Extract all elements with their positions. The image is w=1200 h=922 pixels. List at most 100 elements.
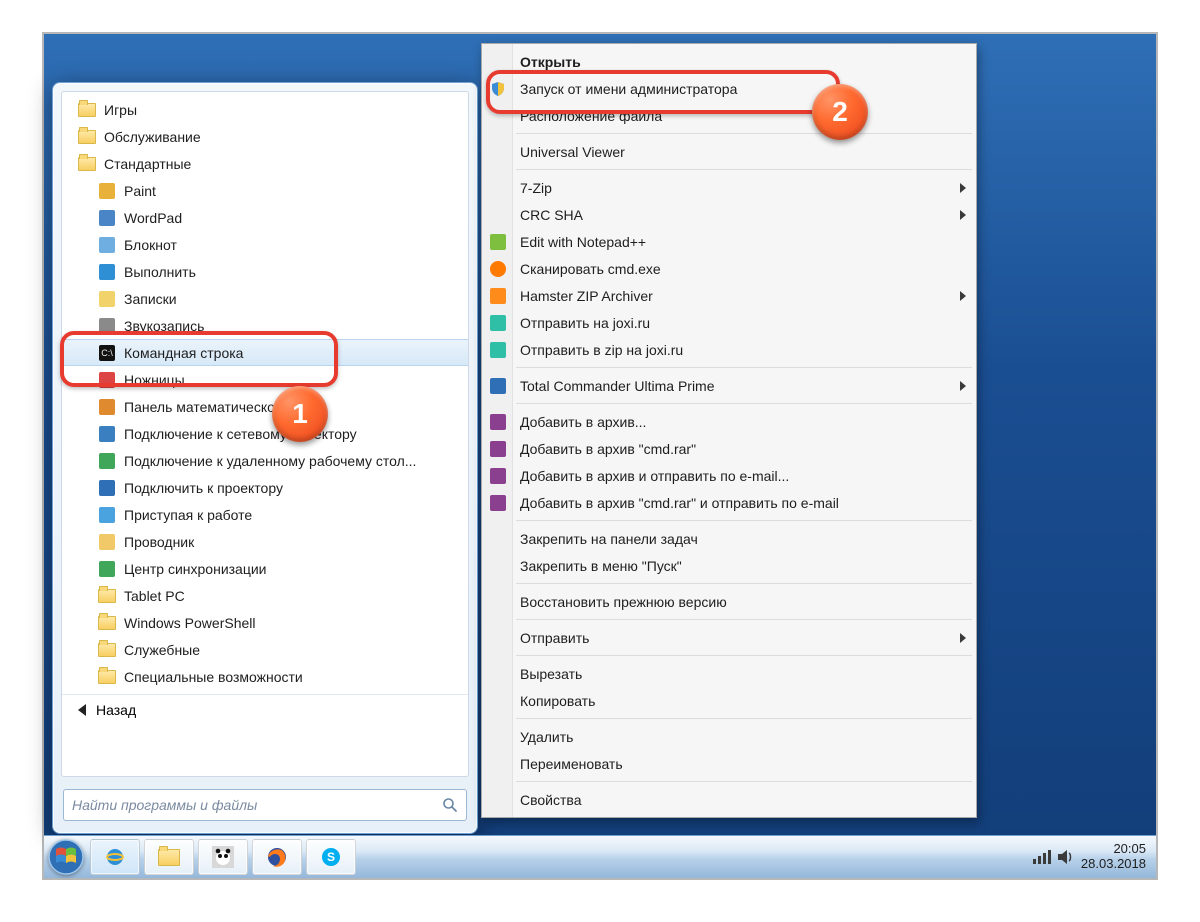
start-menu-search[interactable]: Найти программы и файлы: [63, 789, 467, 821]
app-connect-projector[interactable]: Подключить к проектору: [62, 474, 468, 501]
folder-games[interactable]: Игры: [62, 96, 468, 123]
app-label: Звукозапись: [124, 318, 204, 334]
hamster-icon: [489, 287, 507, 305]
app-label: Командная строка: [124, 345, 243, 361]
total-commander-icon: [489, 377, 507, 395]
search-icon: [442, 797, 458, 813]
ctx-file-location[interactable]: Расположение файла: [482, 102, 976, 129]
ctx-edit-notepadpp[interactable]: Edit with Notepad++: [482, 228, 976, 255]
separator: [516, 718, 972, 719]
app-notepad[interactable]: Блокнот: [62, 231, 468, 258]
app-label: Блокнот: [124, 237, 177, 253]
app-sync-center[interactable]: Центр синхронизации: [62, 555, 468, 582]
app-paint[interactable]: Paint: [62, 177, 468, 204]
start-menu-programs-pane: Игры Обслуживание Стандартные Paint Word…: [61, 91, 469, 777]
network-projector-icon: [98, 425, 116, 443]
separator: [516, 169, 972, 170]
back-label: Назад: [96, 702, 136, 718]
volume-icon[interactable]: [1057, 848, 1075, 866]
app-getting-started[interactable]: Приступая к работе: [62, 501, 468, 528]
app-label: Ножницы: [124, 372, 185, 388]
ctx-rar-cmd-email[interactable]: Добавить в архив "cmd.rar" и отправить п…: [482, 489, 976, 516]
ctx-joxi-zip[interactable]: Отправить в zip на joxi.ru: [482, 336, 976, 363]
taskbar-ie[interactable]: [90, 839, 140, 875]
taskbar-app-panda[interactable]: [198, 839, 248, 875]
folder-tablet-pc[interactable]: Tablet PC: [62, 582, 468, 609]
ctx-open[interactable]: Открыть: [482, 48, 976, 75]
app-snipping-tool[interactable]: Ножницы: [62, 366, 468, 393]
app-label: Панель математического ода: [124, 399, 315, 415]
taskbar-skype[interactable]: S: [306, 839, 356, 875]
separator: [516, 781, 972, 782]
app-remote-desktop[interactable]: Подключение к удаленному рабочему стол..…: [62, 447, 468, 474]
taskbar-firefox[interactable]: [252, 839, 302, 875]
ctx-copy[interactable]: Копировать: [482, 687, 976, 714]
app-label: Подключение к удаленному рабочему стол..…: [124, 453, 416, 469]
folder-accessories[interactable]: Стандартные: [62, 150, 468, 177]
ctx-send-to[interactable]: Отправить: [482, 624, 976, 651]
math-icon: [98, 398, 116, 416]
ctx-universal-viewer[interactable]: Universal Viewer: [482, 138, 976, 165]
folder-ease-of-access[interactable]: Специальные возможности: [62, 663, 468, 690]
notepad-icon: [98, 236, 116, 254]
cmd-icon: C:\: [98, 344, 116, 362]
separator: [516, 583, 972, 584]
clock[interactable]: 20:05 28.03.2018: [1081, 842, 1146, 872]
app-label: Выполнить: [124, 264, 196, 280]
taskbar-explorer[interactable]: [144, 839, 194, 875]
ctx-joxi-send[interactable]: Отправить на joxi.ru: [482, 309, 976, 336]
start-button[interactable]: [44, 836, 88, 878]
ctx-hamster-zip[interactable]: Hamster ZIP Archiver: [482, 282, 976, 309]
ctx-crc-sha[interactable]: CRC SHA: [482, 201, 976, 228]
ctx-rename[interactable]: Переименовать: [482, 750, 976, 777]
ctx-rar-cmd[interactable]: Добавить в архив "cmd.rar": [482, 435, 976, 462]
ctx-pin-start[interactable]: Закрепить в меню "Пуск": [482, 552, 976, 579]
app-math-input[interactable]: Панель математического ода: [62, 393, 468, 420]
context-menu: Открыть Запуск от имени администратора Р…: [481, 43, 977, 818]
getting-started-icon: [98, 506, 116, 524]
shield-icon: [489, 80, 507, 98]
ctx-avast-scan[interactable]: Сканировать cmd.exe: [482, 255, 976, 282]
back-arrow-icon: [78, 704, 86, 716]
ctx-7zip[interactable]: 7-Zip: [482, 174, 976, 201]
sticky-notes-icon: [98, 290, 116, 308]
notepadpp-icon: [489, 233, 507, 251]
app-explorer[interactable]: Проводник: [62, 528, 468, 555]
ctx-rar-add[interactable]: Добавить в архив...: [482, 408, 976, 435]
app-wordpad[interactable]: WordPad: [62, 204, 468, 231]
winrar-icon: [489, 440, 507, 458]
folder-icon: [98, 641, 116, 659]
folder-maintenance[interactable]: Обслуживание: [62, 123, 468, 150]
winrar-icon: [489, 494, 507, 512]
ctx-pin-taskbar[interactable]: Закрепить на панели задач: [482, 525, 976, 552]
folder-powershell[interactable]: Windows PowerShell: [62, 609, 468, 636]
ctx-restore-previous[interactable]: Восстановить прежнюю версию: [482, 588, 976, 615]
ctx-cut[interactable]: Вырезать: [482, 660, 976, 687]
submenu-arrow-icon: [960, 210, 966, 220]
folder-icon: [98, 587, 116, 605]
app-command-prompt[interactable]: C:\ Командная строка: [62, 339, 468, 366]
projector-icon: [98, 479, 116, 497]
folder-icon: [98, 614, 116, 632]
app-sticky-notes[interactable]: Записки: [62, 285, 468, 312]
folder-icon: [78, 155, 96, 173]
ctx-rar-email[interactable]: Добавить в архив и отправить по e-mail..…: [482, 462, 976, 489]
ctx-run-as-admin[interactable]: Запуск от имени администратора: [482, 75, 976, 102]
ctx-delete[interactable]: Удалить: [482, 723, 976, 750]
ctx-properties[interactable]: Свойства: [482, 786, 976, 813]
folder-system-tools[interactable]: Служебные: [62, 636, 468, 663]
system-tray: 20:05 28.03.2018: [1033, 836, 1156, 878]
app-label: Paint: [124, 183, 156, 199]
start-menu-back[interactable]: Назад: [62, 694, 468, 725]
submenu-arrow-icon: [960, 381, 966, 391]
ctx-total-commander[interactable]: Total Commander Ultima Prime: [482, 372, 976, 399]
folder-label: Windows PowerShell: [124, 615, 256, 631]
rdp-icon: [98, 452, 116, 470]
app-network-projector[interactable]: Подключение к сетевому проектору: [62, 420, 468, 447]
network-icon[interactable]: [1033, 848, 1051, 866]
app-run[interactable]: Выполнить: [62, 258, 468, 285]
avast-icon: [489, 260, 507, 278]
wordpad-icon: [98, 209, 116, 227]
separator: [516, 133, 972, 134]
app-sound-recorder[interactable]: Звукозапись: [62, 312, 468, 339]
